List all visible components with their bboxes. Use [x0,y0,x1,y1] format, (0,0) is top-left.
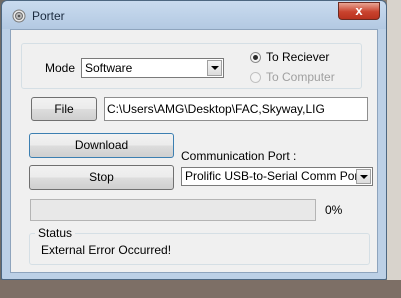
download-button[interactable]: Download [29,133,174,158]
file-button-label: File [54,102,74,116]
download-button-label: Download [74,138,129,152]
progress-percent: 0% [325,203,343,217]
mode-select[interactable]: Software [81,58,224,78]
file-path-value: C:\Users\AMG\Desktop\FAC,Skyway,LIG [107,102,325,116]
desktop-background-bottom [0,280,401,298]
comm-port-label: Communication Port : [181,149,297,163]
status-label: Status [35,226,76,240]
close-button[interactable]: x [338,2,380,20]
to-computer-label[interactable]: To Computer [266,70,335,84]
status-message: External Error Occurred! [41,243,172,257]
close-icon: x [355,3,363,18]
stop-button-label: Stop [89,170,114,184]
to-computer-radio[interactable] [250,72,261,83]
file-button[interactable]: File [31,97,97,121]
title-bar[interactable]: Porter x [2,1,386,29]
window-title: Porter [32,9,65,23]
dialog-client-area: Mode Software To Reciever To Computer Fi… [10,29,378,273]
porter-app-icon [12,9,26,23]
file-path-field[interactable]: C:\Users\AMG\Desktop\FAC,Skyway,LIG [104,97,368,121]
comm-port-select-value: Prolific USB-to-Serial Comm Port [185,169,362,183]
to-receiver-radio[interactable] [250,52,261,63]
desktop-background-right [387,0,401,298]
stop-button[interactable]: Stop [29,165,174,190]
download-progress-bar [30,199,316,221]
to-receiver-label[interactable]: To Reciever [266,50,329,64]
porter-window: Porter x Mode Software To Reciever To Co… [1,0,387,280]
mode-label: Mode [45,61,76,75]
comm-port-select[interactable]: Prolific USB-to-Serial Comm Port [181,167,373,186]
chevron-down-icon[interactable] [207,60,222,76]
chevron-down-icon[interactable] [356,169,371,184]
mode-select-value: Software [85,61,133,75]
